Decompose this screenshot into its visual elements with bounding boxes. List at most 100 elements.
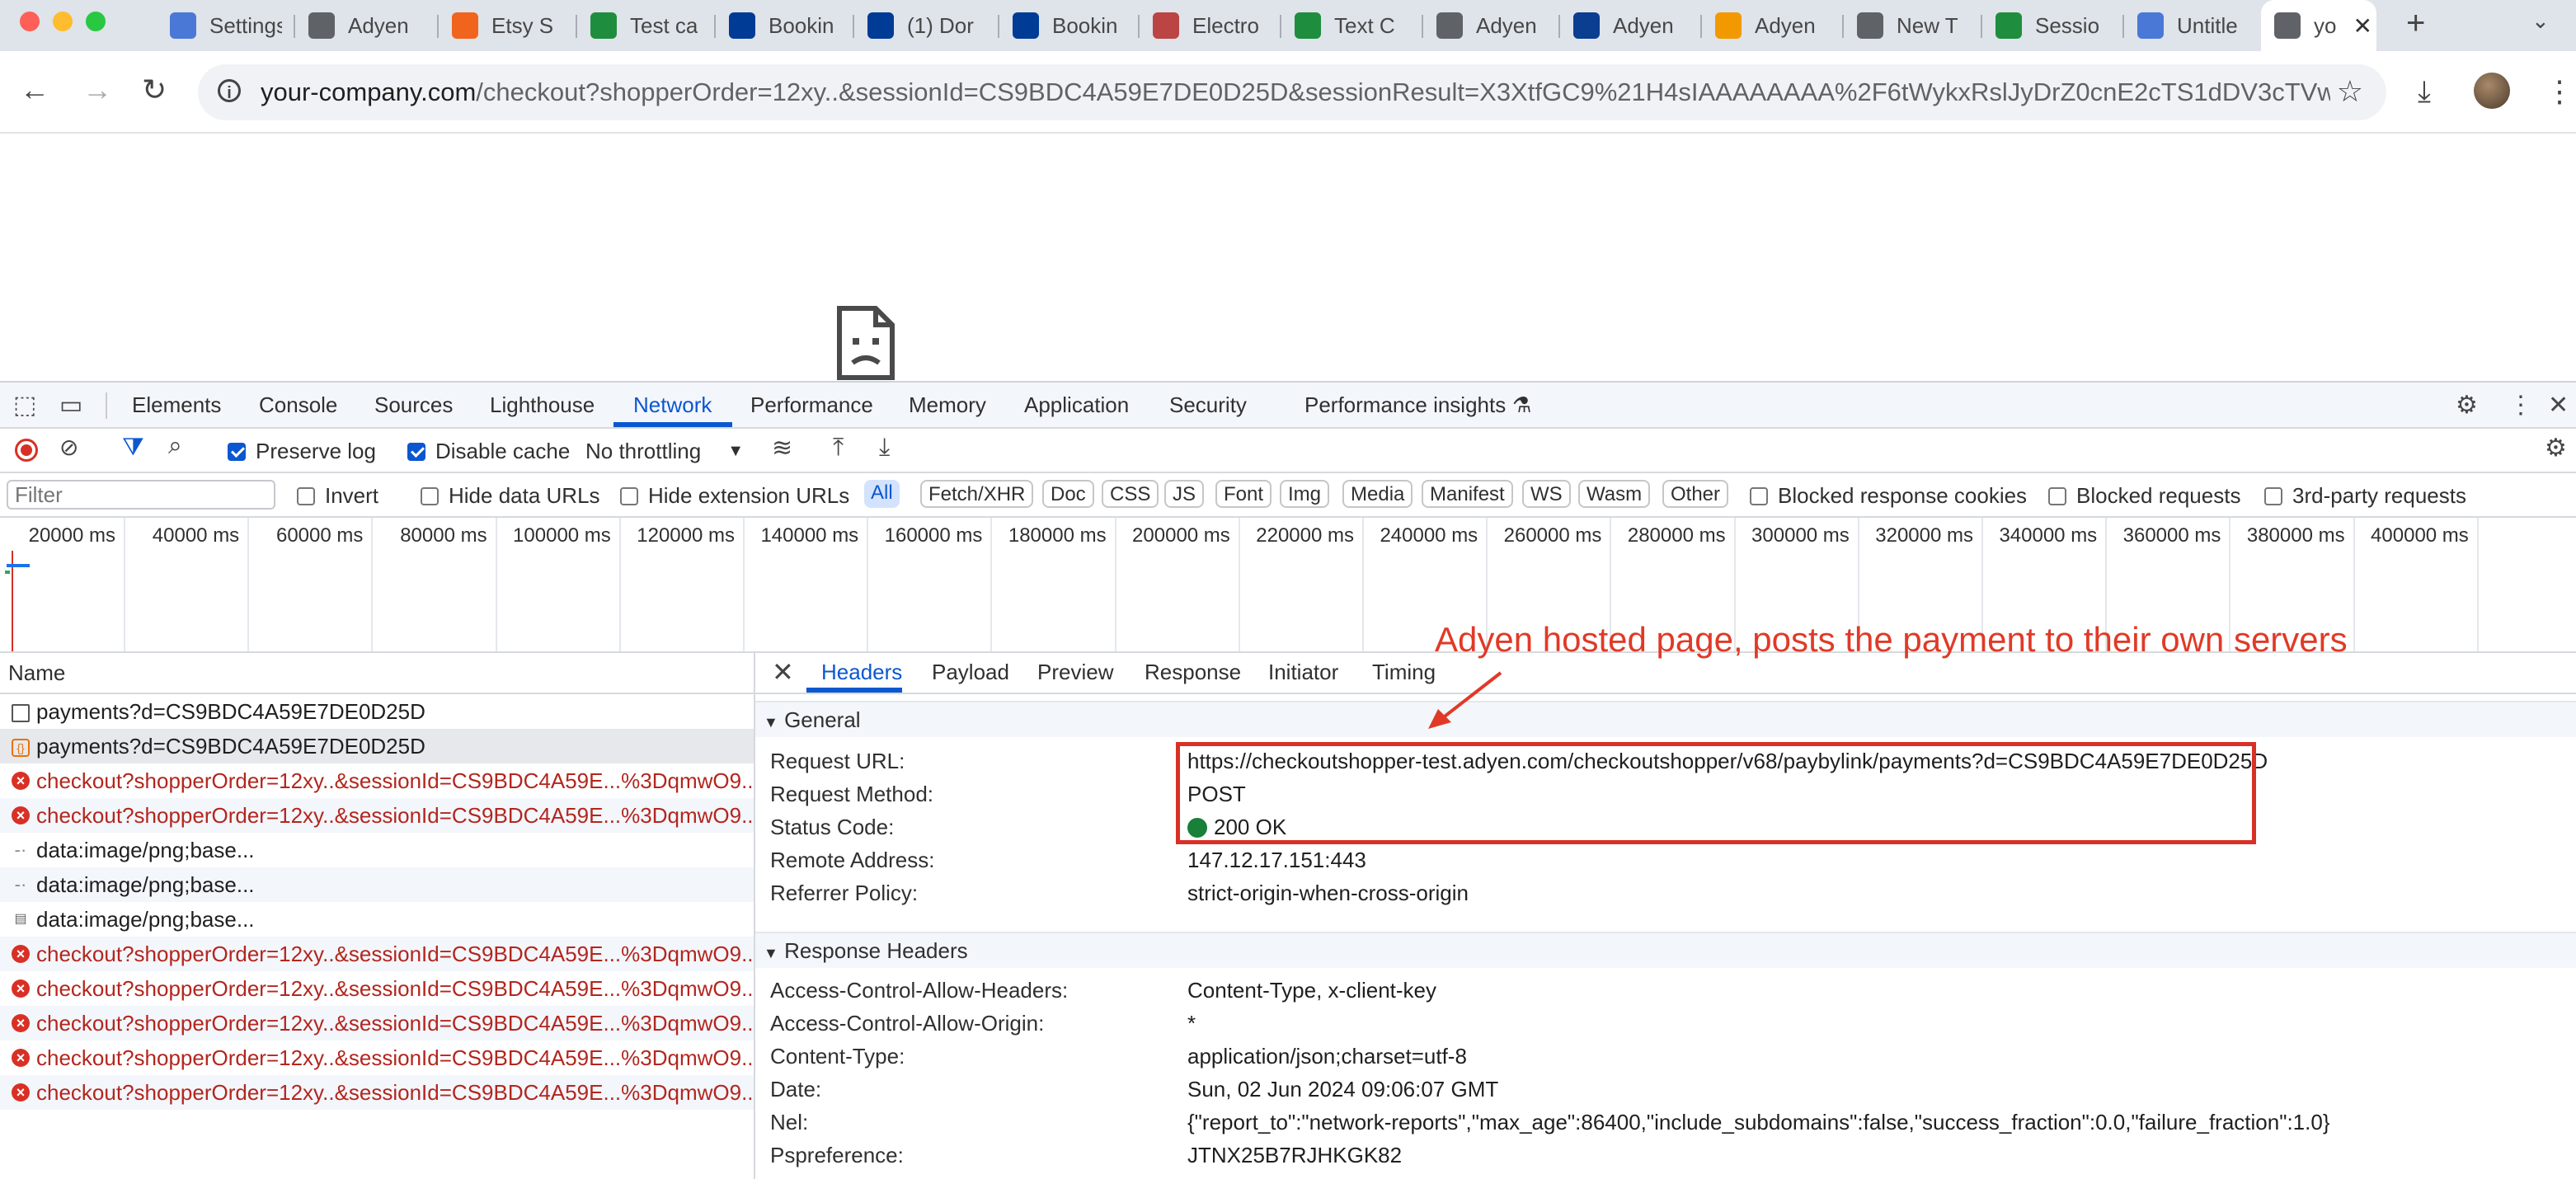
close-devtools-icon[interactable]: ✕ [2548,391,2569,420]
request-row[interactable]: × checkout?shopperOrder=12xy..&sessionId=… [0,937,754,971]
response-header-value[interactable]: Content-Type, x-client-key [1187,978,1436,1003]
detail-tab-headers[interactable]: Headers [821,660,902,685]
devtools-tab-performance-insights[interactable]: Performance insights [1304,392,1506,418]
type-filter-other[interactable]: Other [1662,480,1729,508]
request-row[interactable]: -· data:image/png;base... [0,867,754,902]
preserve-log-checkbox[interactable]: Preserve log [228,439,376,464]
request-row[interactable]: × checkout?shopperOrder=12xy..&sessionId=… [0,763,754,798]
browser-tab[interactable]: Bookin [719,0,848,51]
response-header-value[interactable]: JTNX25B7RJHKGK82 [1187,1143,1402,1168]
request-row[interactable]: × checkout?shopperOrder=12xy..&sessionId=… [0,1006,754,1040]
type-filter-js[interactable]: JS [1164,480,1205,508]
throttling-select[interactable]: No throttling ▼ [585,439,744,464]
browser-tab[interactable]: Settings [160,0,289,51]
browser-tab[interactable]: Text C [1285,0,1417,51]
kebab-menu-icon[interactable]: ⋮ [2545,74,2574,109]
import-har-icon[interactable]: ⤒ [833,434,844,462]
request-row[interactable]: × checkout?shopperOrder=12xy..&sessionId=… [0,1040,754,1075]
detail-tab-initiator[interactable]: Initiator [1268,660,1338,685]
hide-extension-urls-checkbox[interactable]: Hide extension URLs [620,483,849,509]
browser-tab[interactable]: Bookin [1003,0,1133,51]
general-value[interactable]: strict-origin-when-cross-origin [1187,881,1469,906]
url-text[interactable]: your-company.com/checkout?shopperOrder=1… [261,78,2330,107]
site-info-icon[interactable]: i [218,79,241,102]
general-value[interactable]: 147.12.17.151:443 [1187,848,1366,873]
devtools-tab-memory[interactable]: Memory [909,392,986,418]
browser-tab[interactable]: yo ✕ [2261,0,2376,51]
search-icon[interactable]: ⌕ [168,432,182,460]
network-settings-gear-icon[interactable]: ⚙ [2545,434,2567,463]
filter-input[interactable] [7,480,275,510]
name-column-header[interactable]: Name [0,653,754,694]
browser-tab[interactable]: Test ca [581,0,709,51]
request-row[interactable]: × checkout?shopperOrder=12xy..&sessionId=… [0,798,754,833]
request-row[interactable]: payments?d=CS9BDC4A59E7DE0D25D [0,694,754,729]
preserve-log-check[interactable] [228,442,246,461]
devtools-tab-sources[interactable]: Sources [374,392,453,418]
general-section-header[interactable]: ▼ General [755,701,2576,737]
response-header-value[interactable]: application/json;charset=utf-8 [1187,1044,1467,1069]
general-value[interactable]: POST [1187,782,1246,807]
devtools-tab-network[interactable]: Network [633,392,712,418]
close-window-button[interactable] [20,12,40,31]
detail-tab-preview[interactable]: Preview [1037,660,1113,685]
browser-tab[interactable]: Adyen [298,0,432,51]
hide-extension-urls-check[interactable] [620,486,638,505]
request-row[interactable]: {} payments?d=CS9BDC4A59E7DE0D25D [0,729,754,763]
filter-funnel-icon[interactable]: ⧩ [122,434,144,462]
blocked-requests-checkbox[interactable]: Blocked requests [2048,483,2240,509]
devtools-tab-performance[interactable]: Performance [750,392,873,418]
export-har-icon[interactable]: ⤓ [879,434,890,462]
close-details-icon[interactable]: ✕ [772,656,794,688]
tab-search-chevron-icon[interactable]: ⌄ [2531,8,2550,34]
address-bar[interactable]: i your-company.com/checkout?shopperOrder… [198,64,2386,120]
devtools-tab-console[interactable]: Console [259,392,337,418]
invert-check[interactable] [297,486,315,505]
browser-tab[interactable]: (1) Dor [858,0,993,51]
response-header-value[interactable]: {"report_to":"network-reports","max_age"… [1187,1110,2330,1135]
type-filter-css[interactable]: CSS [1102,480,1159,508]
type-filter-ws[interactable]: WS [1522,480,1571,508]
inspect-element-icon[interactable]: ⬚ [13,391,36,420]
devtools-tab-lighthouse[interactable]: Lighthouse [490,392,595,418]
type-filter-fetchxhr[interactable]: Fetch/XHR [920,480,1034,508]
reload-icon[interactable]: ↻ [142,73,167,107]
new-tab-button[interactable]: + [2406,5,2425,42]
type-filter-wasm[interactable]: Wasm [1578,480,1651,508]
general-value[interactable]: 200 OK [1187,815,1286,840]
more-options-icon[interactable]: ⋮ [2508,391,2533,420]
type-filter-manifest[interactable]: Manifest [1422,480,1513,508]
blocked-requests-check[interactable] [2048,486,2066,505]
request-row[interactable]: × checkout?shopperOrder=12xy..&sessionId=… [0,1075,754,1110]
close-tab-icon[interactable]: ✕ [2353,12,2372,40]
browser-tab[interactable]: Etsy S [442,0,571,51]
record-stop-icon[interactable] [15,439,38,462]
settings-gear-icon[interactable]: ⚙ [2456,391,2478,420]
third-party-requests-checkbox[interactable]: 3rd-party requests [2264,483,2466,509]
disable-cache-check[interactable] [407,442,425,461]
type-filter-img[interactable]: Img [1280,480,1330,508]
clear-icon[interactable]: ⊘ [59,434,78,461]
browser-tab[interactable]: New T [1847,0,1976,51]
profile-avatar[interactable] [2474,73,2510,109]
minimize-window-button[interactable] [53,12,73,31]
browser-tab[interactable]: Untitle [2127,0,2251,51]
invert-checkbox[interactable]: Invert [297,483,378,509]
device-toolbar-icon[interactable]: ▭ [59,391,82,420]
response-header-value[interactable]: Sun, 02 Jun 2024 09:06:07 GMT [1187,1077,1498,1102]
type-filter-doc[interactable]: Doc [1042,480,1094,508]
third-party-requests-check[interactable] [2264,486,2282,505]
request-row[interactable]: × checkout?shopperOrder=12xy..&sessionId=… [0,971,754,1006]
browser-tab[interactable]: Electro [1143,0,1275,51]
forward-arrow-icon[interactable]: → [82,73,112,107]
browser-tab[interactable]: Adyen [1563,0,1695,51]
hide-data-urls-checkbox[interactable]: Hide data URLs [421,483,600,509]
type-filter-media[interactable]: Media [1342,480,1413,508]
general-value[interactable]: https://checkoutshopper-test.adyen.com/c… [1187,749,2268,774]
bookmark-star-icon[interactable]: ☆ [2337,74,2363,109]
network-conditions-icon[interactable]: ≋ [772,434,792,463]
disable-cache-checkbox[interactable]: Disable cache [407,439,570,464]
request-row[interactable]: ▤ data:image/png;base... [0,902,754,937]
response-header-value[interactable]: * [1187,1011,1196,1036]
hide-data-urls-check[interactable] [421,486,439,505]
